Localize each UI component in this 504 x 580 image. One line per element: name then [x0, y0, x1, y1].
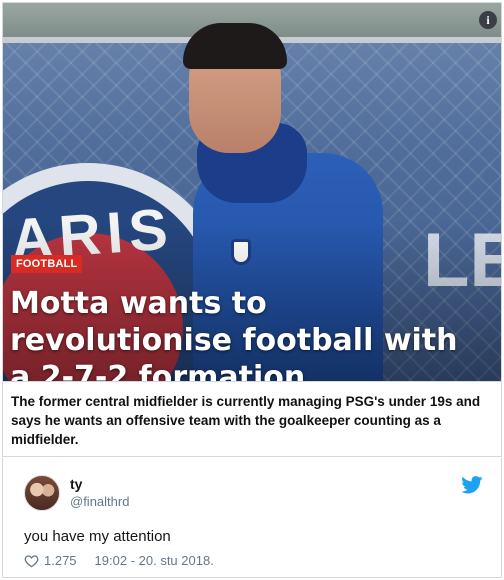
tweet-text: you have my attention: [24, 528, 171, 545]
article-card[interactable]: ARIS LE i FOOTBALL Motta wants to revolu…: [2, 2, 502, 457]
avatar[interactable]: [24, 475, 60, 511]
heart-icon[interactable]: [24, 554, 39, 568]
display-name[interactable]: ty: [70, 476, 82, 492]
article-headline: Motta wants to revolutionise football wi…: [10, 286, 458, 395]
tweet: ty @finalthrd you have my attention 1.27…: [2, 458, 502, 578]
timestamp[interactable]: 19:02 - 20. stu 2018.: [95, 553, 214, 568]
category-tag: FOOTBALL: [11, 255, 83, 273]
user-handle[interactable]: @finalthrd: [70, 494, 129, 509]
twitter-bird-icon[interactable]: [461, 476, 483, 494]
info-icon[interactable]: i: [479, 11, 497, 29]
like-count[interactable]: 1.275: [44, 553, 77, 568]
tweet-meta: 1.275 19:02 - 20. stu 2018.: [24, 553, 214, 568]
article-summary: The former central midfielder is current…: [3, 381, 501, 456]
